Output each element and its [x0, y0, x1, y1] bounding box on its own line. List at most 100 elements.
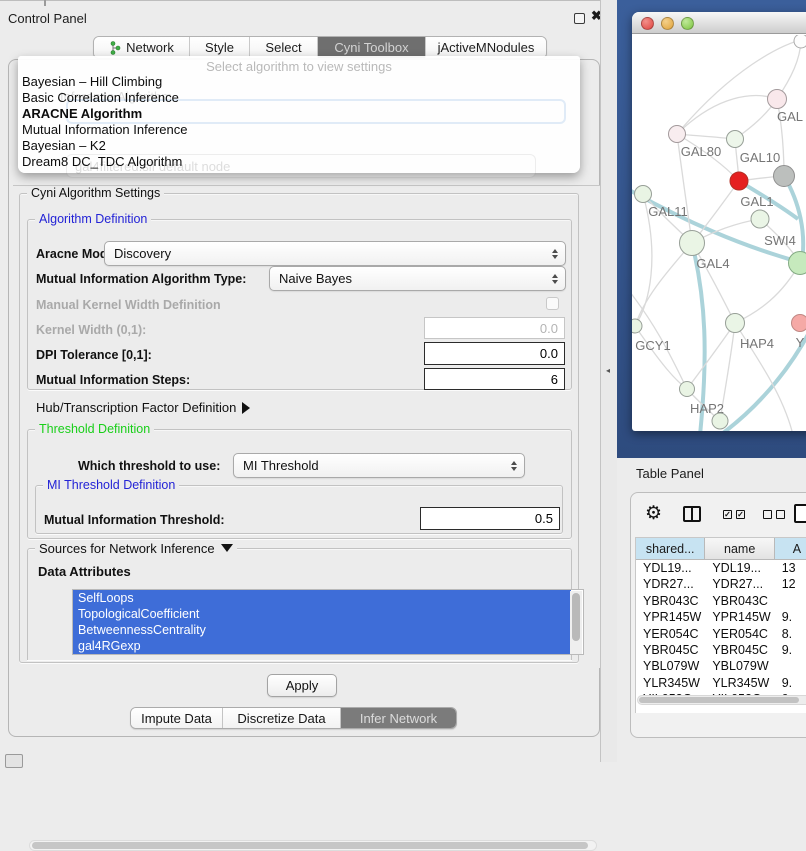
settings-horizontal-scrollbar[interactable] [29, 840, 597, 851]
network-node[interactable] [712, 413, 728, 429]
collapse-down-icon [221, 544, 233, 552]
unchecked-checkbox-icon[interactable] [763, 510, 772, 519]
panel-top-border [0, 0, 612, 1]
table-horizontal-scrollbar[interactable] [637, 695, 806, 705]
tab-select[interactable]: Select [250, 37, 318, 58]
table-cell: YBR043C [636, 593, 705, 609]
network-node[interactable] [792, 315, 806, 332]
network-node[interactable] [726, 314, 745, 333]
network-node[interactable] [669, 126, 686, 143]
manual-kernel-checkbox[interactable] [546, 297, 559, 310]
data-attributes-list[interactable]: SelfLoopsTopologicalCoefficientBetweenne… [72, 589, 584, 655]
sources-toggle[interactable]: Sources for Network Inference [35, 541, 237, 556]
network-node[interactable] [680, 231, 705, 256]
group-title: Threshold Definition [35, 422, 154, 436]
gear-icon[interactable]: ⚙ [645, 502, 662, 525]
minimized-panel-chip[interactable] [5, 754, 23, 768]
dropdown-placeholder: Select algorithm to view settings [18, 59, 580, 74]
tab-style[interactable]: Style [190, 37, 250, 58]
node-table[interactable]: shared...nameA YDL19...YDL19...13YDR27..… [635, 537, 806, 713]
mi-steps-field[interactable]: 6 [424, 368, 565, 390]
table-cell: YBR043C [705, 593, 774, 609]
tab-impute-data[interactable]: Impute Data [131, 708, 223, 728]
algorithm-option[interactable]: Bayesian – Hill Climbing [22, 74, 576, 90]
which-threshold-select[interactable]: MI Threshold [233, 453, 525, 478]
network-node[interactable] [774, 166, 795, 187]
node-label: SWI4 [764, 233, 796, 248]
column-header[interactable]: shared... [636, 538, 705, 559]
column-header[interactable]: A [775, 538, 806, 559]
table-row[interactable]: YBR043CYBR043C [636, 593, 806, 609]
tab-discretize-data[interactable]: Discretize Data [223, 708, 341, 728]
column-header[interactable]: name [705, 538, 774, 559]
algorithm-option[interactable]: Dream8 DC_TDC Algorithm [22, 154, 576, 170]
table-cell: YDR27... [705, 576, 774, 592]
network-window-titlebar[interactable] [632, 12, 806, 34]
network-node[interactable] [794, 35, 806, 48]
mi-threshold-label: Mutual Information Threshold: [44, 513, 225, 527]
tab-infer-network[interactable]: Infer Network [341, 708, 456, 728]
table-row[interactable]: YBR045CYBR045C9. [636, 642, 806, 658]
aracne-mode-select[interactable]: Discovery [104, 241, 566, 266]
zoom-traffic-light[interactable] [681, 17, 694, 30]
tab-label: Network [126, 40, 174, 55]
bottom-tabbar: Impute Data Discretize Data Infer Networ… [130, 707, 457, 729]
mi-type-select[interactable]: Naive Bayes [269, 266, 566, 291]
network-node[interactable] [768, 90, 787, 109]
attribute-item[interactable]: gal4RGexp [73, 638, 571, 654]
algorithm-option[interactable]: Bayesian – K2 [22, 138, 576, 154]
dpi-tolerance-field[interactable]: 0.0 [424, 342, 565, 365]
list-scrollbar[interactable] [570, 591, 582, 655]
float-window-icon[interactable] [574, 13, 585, 24]
combo-arrows-icon [552, 274, 558, 284]
network-window[interactable]: GALGAL80GAL10GAL1GAL11SWI4GAL4GCY1HAP4YH… [632, 12, 806, 431]
network-canvas[interactable]: GALGAL80GAL10GAL1GAL11SWI4GAL4GCY1HAP4YH… [632, 35, 806, 431]
tab-cyni-toolbox[interactable]: Cyni Toolbox [318, 37, 426, 58]
table-row[interactable]: YBL079WYBL079W [636, 658, 806, 674]
close-traffic-light[interactable] [641, 17, 654, 30]
divider-grip-icon[interactable]: ◂ [606, 366, 610, 375]
algorithm-option[interactable]: Basic Correlation Inference [22, 90, 576, 106]
algorithm-option[interactable]: ARACNE Algorithm [22, 106, 576, 122]
network-node[interactable] [635, 186, 652, 203]
table-row[interactable]: YER054CYER054C8. [636, 626, 806, 642]
attribute-item[interactable]: BetweennessCentrality [73, 622, 571, 638]
network-node[interactable] [632, 319, 642, 333]
panel-divider[interactable]: ◂ [600, 0, 617, 762]
network-node[interactable] [730, 172, 748, 190]
unchecked-checkbox-icon[interactable] [776, 510, 785, 519]
checked-checkbox-icon[interactable]: ✓ [723, 510, 732, 519]
apply-button[interactable]: Apply [267, 674, 337, 697]
network-node[interactable] [751, 210, 769, 228]
tab-label: jActiveMNodules [438, 40, 535, 55]
kernel-width-field[interactable]: 0.0 [424, 317, 565, 339]
tab-network[interactable]: Network [94, 37, 190, 58]
table-cell: YBL079W [705, 658, 774, 674]
algorithm-option[interactable]: Mutual Information Inference [22, 122, 576, 138]
table-row[interactable]: YDL19...YDL19...13 [636, 560, 806, 576]
checked-checkbox-icon[interactable]: ✓ [736, 510, 745, 519]
tab-jactivemnodules[interactable]: jActiveMNodules [426, 37, 546, 58]
network-node[interactable] [789, 252, 806, 275]
hub-definition-toggle[interactable]: Hub/Transcription Factor Definition [36, 400, 250, 415]
network-node[interactable] [727, 131, 744, 148]
table-cell: 9. [775, 642, 806, 658]
network-edge [635, 326, 687, 389]
node-label: GAL11 [648, 204, 688, 219]
table-row[interactable]: YDR27...YDR27...12 [636, 576, 806, 592]
attribute-item[interactable]: SelfLoops [73, 590, 571, 606]
table-row[interactable]: YPR145WYPR145W9. [636, 609, 806, 625]
table-body: YDL19...YDL19...13YDR27...YDR27...12YBR0… [636, 560, 806, 708]
network-node[interactable] [680, 382, 695, 397]
mi-type-value: Naive Bayes [279, 271, 352, 286]
columns-icon[interactable] [683, 506, 701, 522]
table-cell: 9. [775, 675, 806, 691]
document-icon[interactable] [794, 504, 806, 523]
network-edge [650, 331, 806, 431]
table-cell: YBL079W [636, 658, 705, 674]
manual-kernel-label: Manual Kernel Width Definition [36, 298, 221, 312]
attribute-item[interactable]: TopologicalCoefficient [73, 606, 571, 622]
table-row[interactable]: YLR345WYLR345W9. [636, 675, 806, 691]
minimize-traffic-light[interactable] [661, 17, 674, 30]
mi-threshold-field[interactable]: 0.5 [420, 507, 560, 530]
